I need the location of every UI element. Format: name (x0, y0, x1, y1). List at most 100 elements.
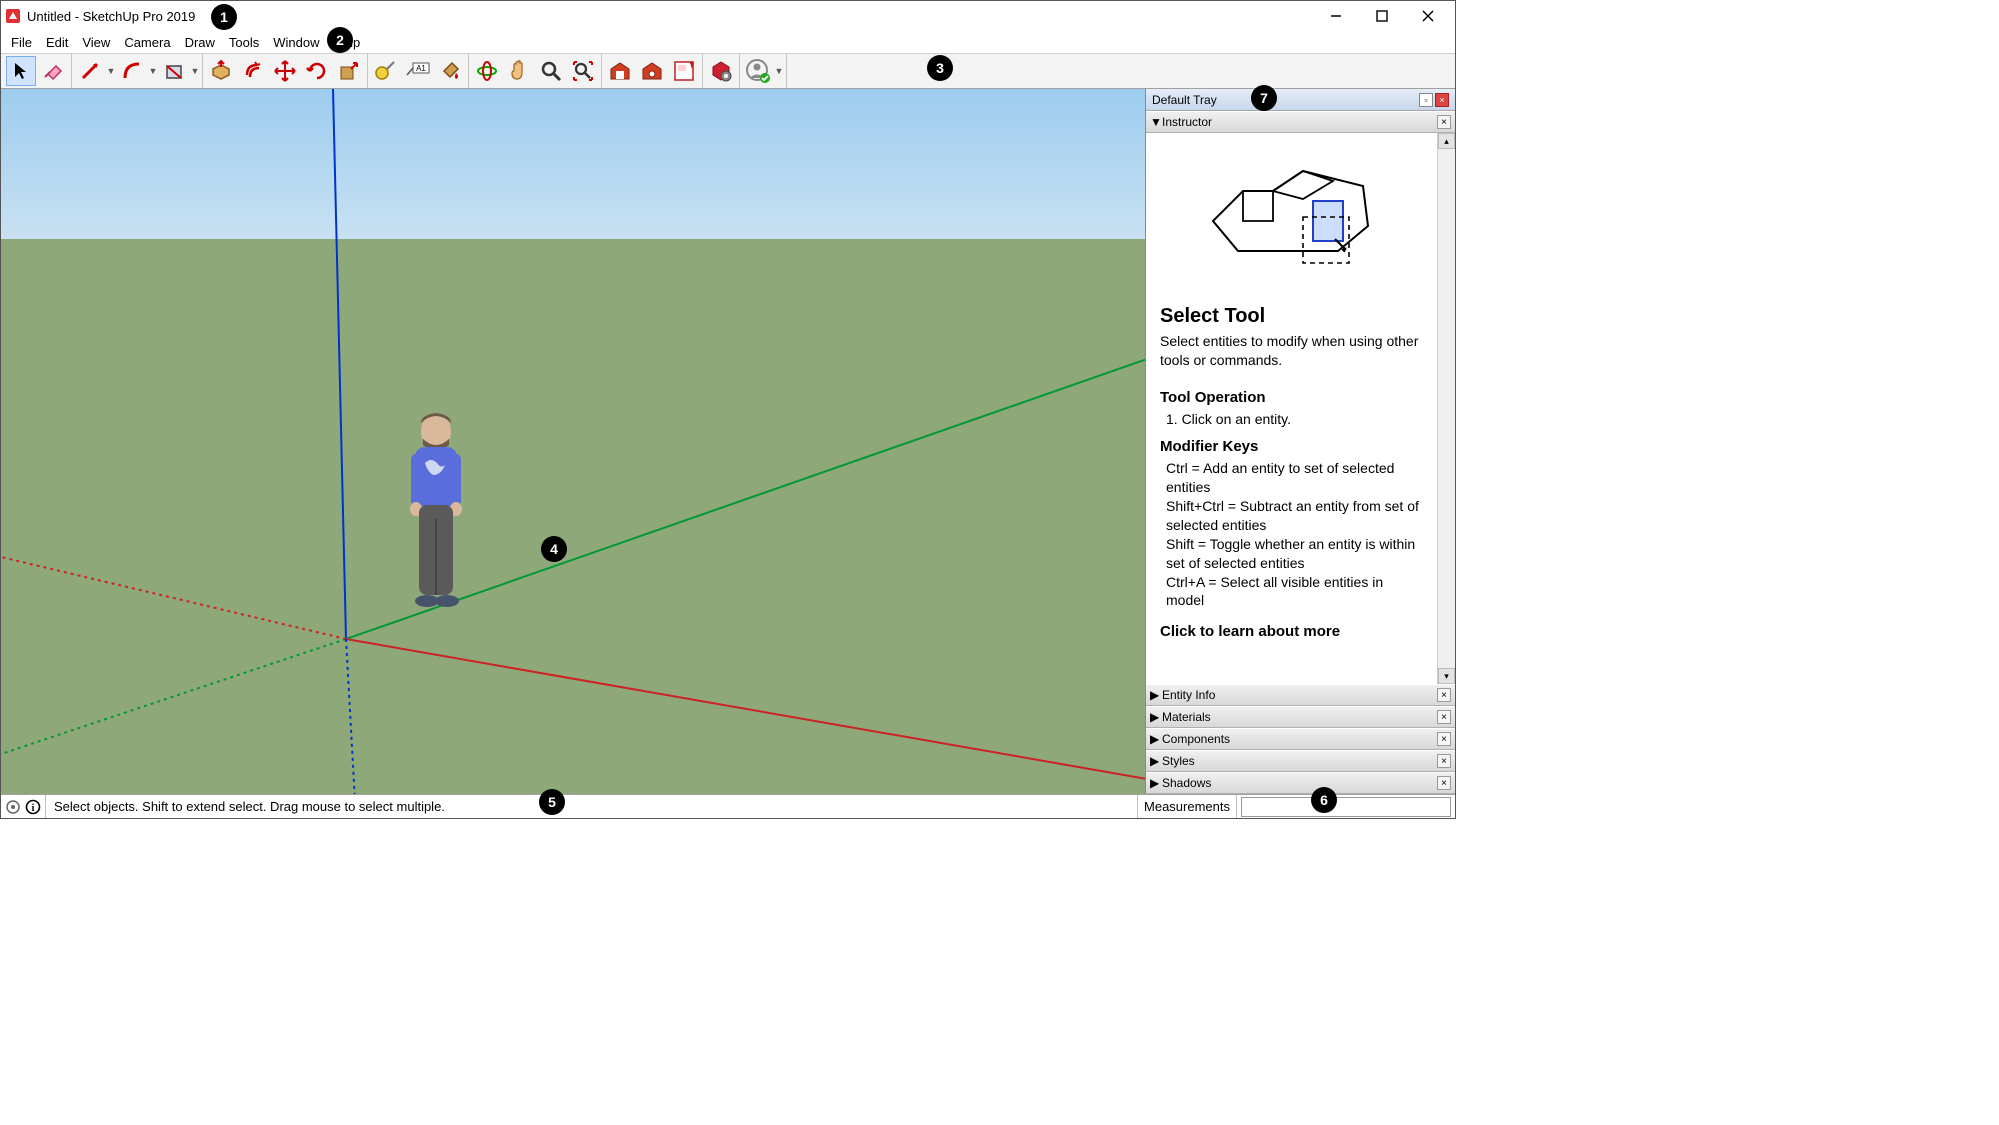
tray-autohide-button[interactable]: ▫ (1419, 93, 1433, 107)
tray-close-button[interactable]: × (1435, 93, 1449, 107)
warehouse3d-button[interactable] (605, 56, 635, 86)
geolocation-icon[interactable] (5, 799, 21, 815)
line-tool-button[interactable] (75, 56, 105, 86)
zoom-extents-tool-button[interactable] (568, 56, 598, 86)
expand-icon: ▶ (1150, 710, 1162, 724)
extension-manager-button[interactable] (706, 56, 736, 86)
menubar: File Edit View Camera Draw Tools Window … (1, 31, 1455, 53)
paintbucket-tool-icon (438, 59, 462, 83)
tape-measure-tool-button[interactable] (371, 56, 401, 86)
tape-measure-tool-icon (374, 59, 398, 83)
app-body: Default Tray ▫ × ▼ Instructor × (1, 89, 1455, 794)
dropdown-arrow-icon[interactable]: ▼ (106, 66, 116, 76)
scrollbar[interactable]: ▴ ▾ (1437, 133, 1455, 684)
menu-edit[interactable]: Edit (40, 33, 74, 52)
line-tool-icon (79, 60, 101, 82)
rotate-tool-button[interactable] (302, 56, 332, 86)
scroll-up-button[interactable]: ▴ (1438, 133, 1455, 149)
viewport-3d[interactable] (1, 89, 1145, 794)
axes (1, 89, 1145, 794)
dropdown-arrow-icon[interactable]: ▼ (148, 66, 158, 76)
toolbar: ▼ ▼ ▼ A1 ▼ (1, 53, 1455, 89)
panel-close-button[interactable]: × (1437, 710, 1451, 724)
paintbucket-tool-button[interactable] (435, 56, 465, 86)
panel-header-styles[interactable]: ▶Styles × (1146, 750, 1455, 772)
panel-header-instructor[interactable]: ▼ Instructor × (1146, 111, 1455, 133)
move-tool-button[interactable] (270, 56, 300, 86)
eraser-tool-icon (42, 60, 64, 82)
tray-title: Default Tray (1152, 93, 1217, 107)
modifier-key-line: Shift = Toggle whether an entity is with… (1166, 535, 1425, 573)
panel-header-shadows[interactable]: ▶Shadows × (1146, 772, 1455, 794)
pushpull-tool-button[interactable] (206, 56, 236, 86)
instructor-learn-more[interactable]: Click to learn about more (1160, 622, 1425, 642)
expand-icon: ▶ (1150, 776, 1162, 790)
instructor-illustration (1160, 151, 1425, 281)
menu-help[interactable]: Help (328, 33, 367, 52)
panel-title: Materials (1162, 710, 1211, 724)
layout-button[interactable] (669, 56, 699, 86)
panel-title: Styles (1162, 754, 1195, 768)
expand-icon: ▶ (1150, 732, 1162, 746)
text-tool-button[interactable]: A1 (403, 56, 433, 86)
expand-icon: ▶ (1150, 688, 1162, 702)
arc-tool-button[interactable] (117, 56, 147, 86)
instructor-content: Select Tool Select entities to modify wh… (1146, 133, 1437, 684)
maximize-button[interactable] (1359, 1, 1405, 31)
panel-header-materials[interactable]: ▶Materials × (1146, 706, 1455, 728)
panel-close-button[interactable]: × (1437, 776, 1451, 790)
status-hint: Select objects. Shift to extend select. … (46, 795, 1138, 818)
pan-tool-button[interactable] (504, 56, 534, 86)
svg-text:A1: A1 (416, 64, 426, 73)
menu-window[interactable]: Window (267, 33, 325, 52)
menu-tools[interactable]: Tools (223, 33, 265, 52)
dropdown-arrow-icon[interactable]: ▼ (774, 66, 784, 76)
rectangle-tool-button[interactable] (159, 56, 189, 86)
menu-camera[interactable]: Camera (118, 33, 176, 52)
zoom-tool-icon (539, 59, 563, 83)
credits-icon[interactable]: i (25, 799, 41, 815)
instructor-panel: Select Tool Select entities to modify wh… (1146, 133, 1455, 684)
offset-tool-button[interactable] (238, 56, 268, 86)
expand-icon: ▶ (1150, 754, 1162, 768)
rotate-tool-icon (305, 59, 329, 83)
panel-title: Shadows (1162, 776, 1211, 790)
scale-tool-button[interactable] (334, 56, 364, 86)
panel-title: Entity Info (1162, 688, 1215, 702)
zoom-tool-button[interactable] (536, 56, 566, 86)
status-icons: i (1, 795, 46, 818)
measurements-label: Measurements (1138, 795, 1237, 818)
window-title: Untitled - SketchUp Pro 2019 (27, 9, 195, 24)
extension-warehouse-button[interactable] (637, 56, 667, 86)
select-tool-button[interactable] (6, 56, 36, 86)
signin-button[interactable] (743, 56, 773, 86)
panel-close-button[interactable]: × (1437, 688, 1451, 702)
panel-header-entity-info[interactable]: ▶Entity Info × (1146, 684, 1455, 706)
tray-header[interactable]: Default Tray ▫ × (1146, 89, 1455, 111)
scale-tool-icon (337, 59, 361, 83)
app-window: Untitled - SketchUp Pro 2019 File Edit V… (0, 0, 1456, 819)
panel-close-button[interactable]: × (1437, 115, 1451, 129)
panel-close-button[interactable]: × (1437, 754, 1451, 768)
dropdown-arrow-icon[interactable]: ▼ (190, 66, 200, 76)
minimize-button[interactable] (1313, 1, 1359, 31)
scale-figure (401, 409, 471, 649)
move-tool-icon (273, 59, 297, 83)
menu-file[interactable]: File (5, 33, 38, 52)
scroll-down-button[interactable]: ▾ (1438, 668, 1455, 684)
modifier-key-line: Ctrl+A = Select all visible entities in … (1166, 573, 1425, 611)
close-button[interactable] (1405, 1, 1451, 31)
measurements-input[interactable] (1241, 797, 1451, 817)
panel-close-button[interactable]: × (1437, 732, 1451, 746)
orbit-tool-icon (475, 59, 499, 83)
orbit-tool-button[interactable] (472, 56, 502, 86)
eraser-tool-button[interactable] (38, 56, 68, 86)
panel-header-components[interactable]: ▶Components× (1146, 728, 1455, 750)
panel-title: Instructor (1162, 115, 1212, 129)
zoom-extents-tool-icon (571, 59, 595, 83)
collapse-icon: ▼ (1150, 115, 1162, 129)
app-icon (5, 8, 21, 24)
menu-view[interactable]: View (76, 33, 116, 52)
menu-draw[interactable]: Draw (179, 33, 221, 52)
statusbar: i Select objects. Shift to extend select… (1, 794, 1455, 818)
